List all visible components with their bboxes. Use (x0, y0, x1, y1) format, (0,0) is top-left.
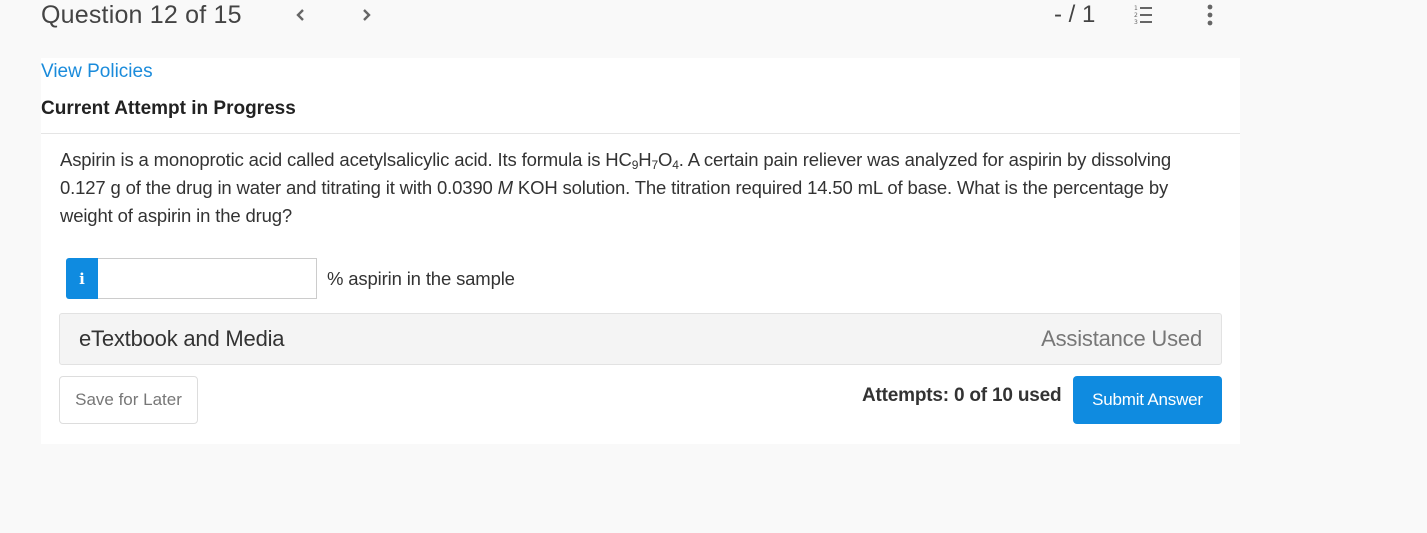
question-counter: Question 12 of 15 (41, 1, 242, 29)
svg-text:2: 2 (1134, 12, 1138, 19)
answer-input[interactable] (98, 258, 317, 299)
numbered-list-icon: 1 2 3 (1134, 5, 1152, 26)
attempt-status-heading: Current Attempt in Progress (41, 98, 296, 119)
next-question-button[interactable] (355, 2, 379, 28)
answer-row: i % aspirin in the sample (66, 258, 515, 299)
question-text: Aspirin is a monoprotic acid called acet… (60, 146, 1210, 230)
molarity-unit: M (497, 177, 513, 198)
question-text-part: Aspirin is a monoprotic acid called acet… (60, 149, 632, 170)
svg-text:1: 1 (1134, 5, 1138, 12)
question-card: View Policies Current Attempt in Progres… (41, 58, 1240, 444)
question-list-button[interactable]: 1 2 3 (1134, 3, 1160, 26)
answer-unit-label: % aspirin in the sample (327, 267, 515, 289)
chevron-right-icon (363, 9, 371, 21)
previous-question-button[interactable] (288, 2, 312, 28)
view-policies-link[interactable]: View Policies (41, 61, 153, 83)
etextbook-and-media-panel[interactable]: eTextbook and Media Assistance Used (59, 313, 1222, 365)
question-text-part: O (658, 149, 673, 170)
question-text-part: H (638, 149, 652, 170)
assistance-used-label: Assistance Used (1041, 326, 1202, 351)
score-display: - / 1 (1054, 1, 1096, 28)
submit-answer-button[interactable]: Submit Answer (1073, 376, 1222, 424)
save-for-later-button[interactable]: Save for Later (59, 376, 198, 424)
attempts-counter: Attempts: 0 of 10 used (862, 385, 1062, 406)
info-icon[interactable]: i (66, 258, 98, 299)
etextbook-label: eTextbook and Media (79, 326, 285, 351)
more-options-button[interactable] (1203, 2, 1217, 28)
chevron-left-icon (296, 9, 304, 21)
svg-text:3: 3 (1134, 19, 1138, 25)
more-vertical-icon (1207, 4, 1213, 26)
card-header: View Policies Current Attempt in Progres… (41, 58, 1240, 134)
question-header: Question 12 of 15 - / 1 1 2 3 (0, 0, 1427, 58)
